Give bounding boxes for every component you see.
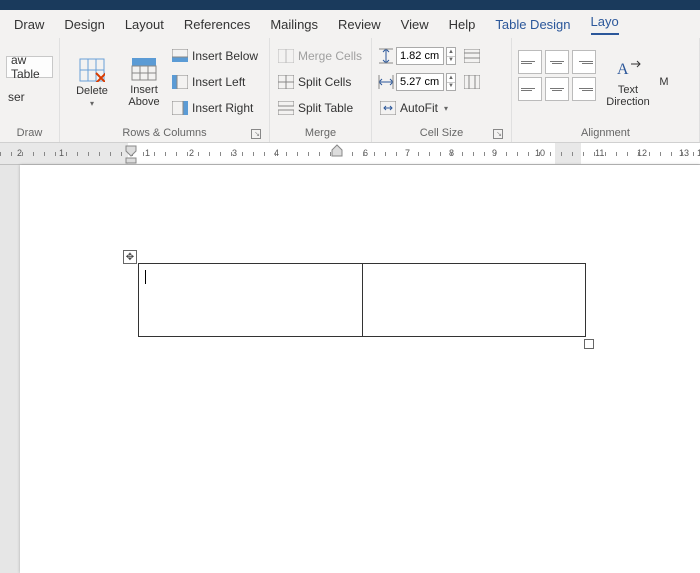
- eraser-label: ser: [8, 90, 25, 104]
- insert-above-button[interactable]: InsertAbove: [118, 42, 170, 122]
- align-bottom-center[interactable]: [545, 77, 569, 101]
- menu-bar: Draw Design Layout References Mailings R…: [0, 10, 700, 38]
- insert-below-button[interactable]: Insert Below: [170, 45, 260, 67]
- ruler-number: 13: [679, 148, 689, 158]
- menu-help[interactable]: Help: [449, 17, 476, 32]
- insert-below-icon: [172, 48, 188, 64]
- table-cell-2[interactable]: [363, 264, 586, 336]
- ruler-number: 1: [145, 148, 150, 158]
- insert-above-icon: [130, 56, 158, 82]
- insert-left-icon: [172, 74, 188, 90]
- align-bottom-right[interactable]: [572, 77, 596, 101]
- ruler-number: 2: [189, 148, 194, 158]
- menu-references[interactable]: References: [184, 17, 250, 32]
- cell-size-group-label: Cell Size: [420, 127, 463, 139]
- menu-layout-tab[interactable]: Layo: [591, 14, 619, 35]
- autofit-label: AutoFit: [400, 101, 438, 115]
- ruler-number: 1: [59, 148, 64, 158]
- rows-cols-group-label: Rows & Columns: [122, 127, 206, 139]
- split-cells-button[interactable]: Split Cells: [276, 71, 364, 93]
- align-top-left[interactable]: [518, 50, 542, 74]
- draw-table-label: aw Table: [11, 53, 48, 81]
- ribbon: aw Table ser Draw Delete ▾ In: [0, 38, 700, 143]
- split-cells-label: Split Cells: [298, 75, 351, 89]
- menu-table-design[interactable]: Table Design: [495, 17, 570, 32]
- eraser-button[interactable]: ser: [6, 86, 53, 108]
- cell-margins-button[interactable]: M: [656, 42, 672, 122]
- ruler-number: 11: [595, 148, 604, 158]
- split-table-icon: [278, 100, 294, 116]
- menu-design[interactable]: Design: [64, 17, 104, 32]
- indent-marker-mid[interactable]: [331, 144, 343, 158]
- menu-review[interactable]: Review: [338, 17, 381, 32]
- merge-group-label: Merge: [276, 125, 365, 142]
- draw-table-button[interactable]: aw Table: [6, 56, 53, 78]
- merge-cells-button[interactable]: Merge Cells: [276, 45, 364, 67]
- table-cell-1[interactable]: [139, 264, 363, 336]
- menu-draw[interactable]: Draw: [14, 17, 44, 32]
- delete-label: Delete: [76, 85, 108, 97]
- col-width-spinner[interactable]: ▲▼: [446, 73, 456, 91]
- insert-right-icon: [172, 100, 188, 116]
- col-width-icon: [378, 74, 394, 90]
- text-cursor: [145, 270, 146, 284]
- distribute-rows-icon[interactable]: [464, 48, 480, 64]
- align-top-right[interactable]: [572, 50, 596, 74]
- menu-view[interactable]: View: [401, 17, 429, 32]
- split-cells-icon: [278, 74, 294, 90]
- merge-cells-icon: [278, 48, 294, 64]
- chevron-down-icon: ▾: [444, 104, 448, 113]
- insert-right-button[interactable]: Insert Right: [170, 97, 260, 119]
- delete-button[interactable]: Delete ▾: [66, 42, 118, 122]
- insert-left-label: Insert Left: [192, 75, 245, 89]
- row-height-input[interactable]: [396, 47, 444, 65]
- distribute-cols-icon[interactable]: [464, 74, 480, 90]
- text-direction-button[interactable]: A TextDirection: [600, 42, 656, 122]
- document-page[interactable]: ✥: [20, 165, 700, 573]
- table-resize-handle[interactable]: [584, 339, 594, 349]
- split-table-label: Split Table: [298, 101, 353, 115]
- table[interactable]: [138, 263, 586, 337]
- indent-marker-left[interactable]: [124, 144, 138, 164]
- cell-size-launcher[interactable]: [493, 129, 503, 139]
- insert-above-label: InsertAbove: [128, 84, 159, 108]
- insert-below-label: Insert Below: [192, 49, 258, 63]
- chevron-down-icon: ▾: [90, 99, 94, 108]
- align-top-center[interactable]: [545, 50, 569, 74]
- draw-group-label: Draw: [6, 125, 53, 142]
- autofit-button[interactable]: AutoFit ▾: [378, 97, 480, 119]
- split-table-button[interactable]: Split Table: [276, 97, 364, 119]
- menu-layout[interactable]: Layout: [125, 17, 164, 32]
- alignment-group-label: Alignment: [518, 125, 693, 142]
- delete-icon: [78, 57, 106, 83]
- title-bar: [0, 0, 700, 10]
- menu-mailings[interactable]: Mailings: [270, 17, 318, 32]
- ruler-number: 3: [232, 148, 237, 158]
- cell-margins-label: M: [659, 76, 668, 88]
- table-move-handle[interactable]: ✥: [123, 250, 137, 264]
- insert-right-label: Insert Right: [192, 101, 253, 115]
- align-bottom-left[interactable]: [518, 77, 542, 101]
- rows-cols-launcher[interactable]: [251, 129, 261, 139]
- row-height-icon: [378, 48, 394, 64]
- text-direction-label: TextDirection: [606, 84, 649, 108]
- autofit-icon: [380, 100, 396, 116]
- insert-left-button[interactable]: Insert Left: [170, 71, 260, 93]
- svg-text:A: A: [617, 61, 629, 78]
- ruler-number: 10: [535, 148, 545, 158]
- horizontal-ruler[interactable]: 2112346789101112131: [0, 143, 700, 165]
- row-height-spinner[interactable]: ▲▼: [446, 47, 456, 65]
- merge-cells-label: Merge Cells: [298, 49, 362, 63]
- text-direction-icon: A: [614, 56, 642, 82]
- col-width-input[interactable]: [396, 73, 444, 91]
